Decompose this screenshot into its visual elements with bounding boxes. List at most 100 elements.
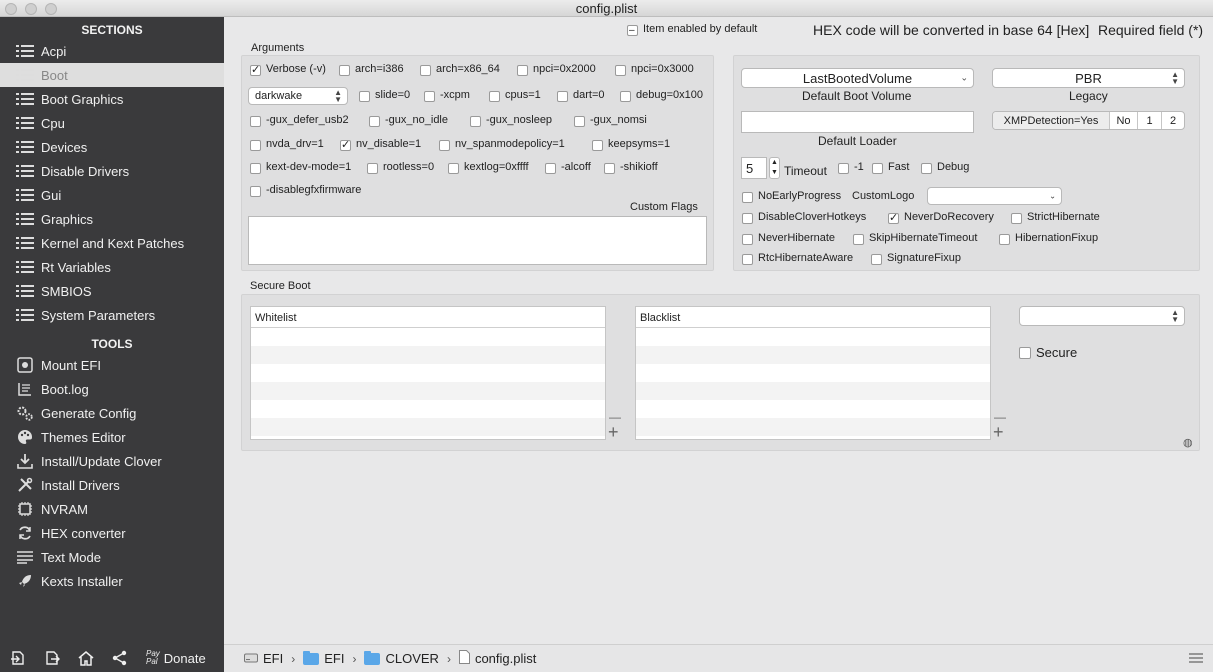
xmp-no-segment[interactable]: No	[1109, 112, 1137, 129]
sidebar-item-kernel-and-kext-patches[interactable]: Kernel and Kext Patches	[0, 231, 224, 255]
tool-item-text-mode[interactable]: Text Mode	[0, 545, 224, 569]
tool-item-nvram[interactable]: NVRAM	[0, 497, 224, 521]
darkwake-select[interactable]: darkwake ▲ ▼	[248, 87, 348, 105]
path-item-config-plist[interactable]: config.plist	[458, 650, 536, 667]
table-row[interactable]	[636, 400, 990, 418]
sidebar-item-devices[interactable]: Devices	[0, 135, 224, 159]
tool-item-install-drivers[interactable]: Install Drivers	[0, 473, 224, 497]
table-row[interactable]	[251, 364, 605, 382]
sidebar-item-rt-variables[interactable]: Rt Variables	[0, 255, 224, 279]
whitelist-table[interactable]: Whitelist	[250, 306, 606, 440]
export-icon[interactable]	[42, 649, 62, 667]
arg-slide-0-checkbox[interactable]	[359, 91, 370, 102]
path-item-clover-folder[interactable]: CLOVER	[364, 650, 439, 666]
table-row[interactable]	[636, 364, 990, 382]
arg-arch-x86-64-checkbox[interactable]	[420, 65, 431, 76]
table-row[interactable]	[251, 400, 605, 418]
arg-nv-spanmodepolicy-1-checkbox[interactable]	[439, 140, 450, 151]
boot-signaturefixup-checkbox[interactable]	[871, 254, 882, 265]
tool-item-hex-converter[interactable]: HEX converter	[0, 521, 224, 545]
arg-xcpm-checkbox[interactable]	[424, 91, 435, 102]
timeout-input[interactable]: 5	[741, 157, 767, 179]
path-item-efi-folder[interactable]: EFI	[303, 650, 344, 666]
no-early-progress-checkbox[interactable]	[742, 192, 753, 203]
arg-kextlog-0xffff-checkbox[interactable]	[448, 163, 459, 174]
arg-arch-i386-checkbox[interactable]	[339, 65, 350, 76]
table-row[interactable]	[636, 328, 990, 346]
table-row[interactable]	[251, 418, 605, 436]
xmp-detection-segmented[interactable]: XMPDetection=Yes No 1 2	[992, 111, 1185, 130]
sidebar-item-disable-drivers[interactable]: Disable Drivers	[0, 159, 224, 183]
arg-dart-0-checkbox[interactable]	[557, 91, 568, 102]
arg-npci-0x2000-checkbox[interactable]	[517, 65, 528, 76]
boot-skiphibernatetimeout-checkbox[interactable]	[853, 234, 864, 245]
share-icon[interactable]	[110, 649, 130, 667]
arg-disablegfxfirmware-checkbox[interactable]	[250, 186, 261, 197]
timeout-debug-checkbox[interactable]	[921, 163, 932, 174]
blacklist-table[interactable]: Blacklist	[635, 306, 991, 440]
arg-debug-0x100-checkbox[interactable]	[620, 91, 631, 102]
arg-gux-nosleep-checkbox[interactable]	[470, 116, 481, 127]
table-row[interactable]	[251, 382, 605, 400]
sidebar-item-gui[interactable]: Gui	[0, 183, 224, 207]
whitelist-add-button[interactable]: +	[608, 422, 619, 443]
secure-checkbox[interactable]	[1019, 347, 1031, 359]
path-item-efi-drive[interactable]: EFI	[244, 651, 283, 666]
boot-rtchibernateaware-checkbox[interactable]	[742, 254, 753, 265]
tool-item-generate-config[interactable]: Generate Config	[0, 401, 224, 425]
donate-button[interactable]: Pay Pal Donate	[146, 650, 206, 666]
tool-item-themes-editor[interactable]: Themes Editor	[0, 425, 224, 449]
table-row[interactable]	[636, 382, 990, 400]
arg-keepsyms-1-checkbox[interactable]	[592, 140, 603, 151]
arg-alcoff-checkbox[interactable]	[545, 163, 556, 174]
resize-grip-icon[interactable]: ◍	[1183, 436, 1193, 449]
menu-lines-icon[interactable]	[1189, 652, 1203, 667]
xmp-yes-segment[interactable]: XMPDetection=Yes	[993, 112, 1109, 129]
xmp-1-segment[interactable]: 1	[1137, 112, 1161, 129]
sidebar-item-smbios[interactable]: SMBIOS	[0, 279, 224, 303]
xmp-2-segment[interactable]: 2	[1161, 112, 1184, 129]
boot-stricthibernate-checkbox[interactable]	[1011, 213, 1022, 224]
arg-npci-0x3000-checkbox[interactable]	[615, 65, 626, 76]
boot-disablecloverhotkeys-checkbox[interactable]	[742, 213, 753, 224]
timeout-1-checkbox[interactable]	[838, 163, 849, 174]
sidebar-item-boot-graphics[interactable]: Boot Graphics	[0, 87, 224, 111]
sidebar-item-graphics[interactable]: Graphics	[0, 207, 224, 231]
custom-logo-select[interactable]: ⌄	[927, 187, 1062, 205]
home-icon[interactable]	[76, 649, 96, 667]
arg-shikioff-checkbox[interactable]	[604, 163, 615, 174]
table-row[interactable]	[636, 346, 990, 364]
blacklist-add-button[interactable]: +	[993, 422, 1004, 443]
tool-item-mount-efi[interactable]: Mount EFI	[0, 353, 224, 377]
arg-nvda-drv-1-checkbox[interactable]	[250, 140, 261, 151]
legacy-select[interactable]: PBR ▲ ▼	[992, 68, 1185, 88]
arg-gux-no-idle-checkbox[interactable]	[369, 116, 380, 127]
secure-boot-policy-select[interactable]: ▲ ▼	[1019, 306, 1185, 326]
tool-item-kexts-installer[interactable]: Kexts Installer	[0, 569, 224, 593]
arg-gux-defer-usb2-checkbox[interactable]	[250, 116, 261, 127]
boot-neverhibernate-checkbox[interactable]	[742, 234, 753, 245]
tool-item-install-update-clover[interactable]: Install/Update Clover	[0, 449, 224, 473]
sidebar-item-system-parameters[interactable]: System Parameters	[0, 303, 224, 327]
arg-cpus-1-checkbox[interactable]	[489, 91, 500, 102]
default-loader-input[interactable]	[741, 111, 974, 133]
timeout-stepper[interactable]: ▲ ▼	[769, 157, 780, 179]
arg-nv-disable-1-checkbox[interactable]	[340, 138, 351, 151]
arg-rootless-0-checkbox[interactable]	[367, 163, 378, 174]
tool-item-boot-log[interactable]: Boot.log	[0, 377, 224, 401]
boot-hibernationfixup-checkbox[interactable]	[999, 234, 1010, 245]
arg-kext-dev-mode-1-checkbox[interactable]	[250, 163, 261, 174]
import-icon[interactable]	[8, 649, 28, 667]
sidebar-item-cpu[interactable]: Cpu	[0, 111, 224, 135]
custom-flags-input[interactable]	[248, 216, 707, 265]
timeout-fast-checkbox[interactable]	[872, 163, 883, 174]
default-boot-volume-select[interactable]: LastBootedVolume ⌄	[741, 68, 974, 88]
table-row[interactable]	[251, 328, 605, 346]
boot-neverdorecovery-checkbox[interactable]	[888, 211, 899, 224]
sidebar-item-acpi[interactable]: Acpi	[0, 39, 224, 63]
sidebar-item-boot[interactable]: Boot	[0, 63, 224, 87]
arg-verbose-v-checkbox[interactable]	[250, 63, 261, 76]
table-row[interactable]	[636, 418, 990, 436]
arg-gux-nomsi-checkbox[interactable]	[574, 116, 585, 127]
table-row[interactable]	[251, 346, 605, 364]
